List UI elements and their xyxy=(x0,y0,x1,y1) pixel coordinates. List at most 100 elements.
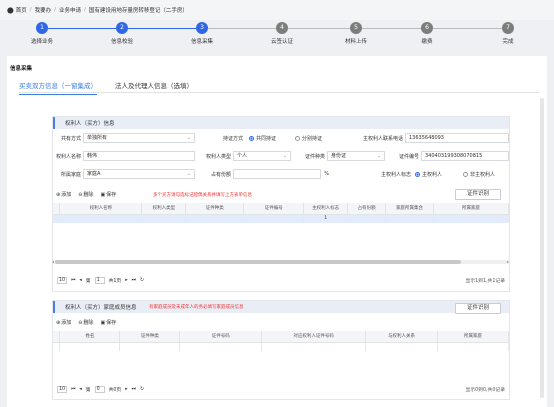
name-input[interactable]: 韩伟 xyxy=(83,151,195,161)
next-page-icon[interactable]: ▸ xyxy=(125,387,127,392)
step-label: 信息采集 xyxy=(190,39,213,45)
page-word: 第 xyxy=(85,278,91,284)
radio-label: 非主权利人 xyxy=(470,172,496,178)
delete-label: 删除 xyxy=(83,320,94,326)
breadcrumb-apply[interactable]: 业务申请 xyxy=(59,6,81,14)
breadcrumb-separator: / xyxy=(54,7,56,13)
prev-page-icon[interactable]: ◂ xyxy=(79,278,81,283)
refresh-icon[interactable]: ↻ xyxy=(140,387,144,392)
pagination: 10 ⏮ ◂ 第 1 共1页 ▸ ⏭ ↻ 显示1到1,共1记录 xyxy=(53,274,509,286)
table-row[interactable]: 1 xyxy=(53,214,509,223)
checkbox-header[interactable] xyxy=(53,203,61,215)
breadcrumb-separator: / xyxy=(29,7,32,13)
column-header: 家庭所属集合 xyxy=(385,203,435,215)
column-header: 所属家庭 xyxy=(437,331,509,343)
radio-joint[interactable]: 共同持证 xyxy=(249,135,276,142)
idtype-value: 身份证 xyxy=(331,153,347,159)
checkbox-header[interactable] xyxy=(53,331,61,343)
next-page-icon[interactable]: ▸ xyxy=(125,278,127,283)
pagination: 10 ⏮ ◂ 第 0 共0页 ▸ ⏭ ↻ 显示0到0,共0记录 xyxy=(53,383,509,395)
save-label: 保存 xyxy=(106,320,117,326)
column-header: 证件种类 xyxy=(185,203,245,215)
gongyou-select[interactable]: 单独所有 ⌄ xyxy=(83,133,195,143)
radio-separate[interactable]: 分别持证 xyxy=(295,135,322,142)
share-input[interactable] xyxy=(233,169,321,179)
last-page-icon[interactable]: ⏭ xyxy=(132,277,136,283)
table-cell: 1 xyxy=(303,214,349,223)
tab-divider xyxy=(19,92,539,93)
step-number: 7 xyxy=(502,22,514,34)
scroll-right-icon[interactable]: ▸ xyxy=(507,259,509,264)
breadcrumb-home[interactable]: 首页 xyxy=(16,6,27,14)
step-label: 材料上传 xyxy=(344,39,367,45)
pager-info: 显示0到0,共0记录 xyxy=(465,387,505,393)
column-header: 与权利人关系 xyxy=(365,331,439,343)
family-select[interactable]: 家庭A ⌄ xyxy=(83,169,195,179)
rights-holder-table: 权利人名称 权利人类型 证件种类 证件编号 主权利人标志 占有份额 家庭所属集合… xyxy=(53,203,509,223)
label-idnum: 证件编号 xyxy=(398,154,419,160)
page-number-input[interactable]: 1 xyxy=(94,276,105,284)
breadcrumb-mine[interactable]: 我要办 xyxy=(35,6,52,14)
table-cell xyxy=(433,214,509,223)
idtype-select[interactable]: 身份证 ⌄ xyxy=(327,151,385,161)
family-member-panel: 权利人（买方）家庭成员信息 有家庭成员及未成年人的务必填写家庭成员信息 证件识别… xyxy=(52,300,510,400)
delete-button[interactable]: ⊖ 删除 xyxy=(78,319,94,327)
radio-selected-icon xyxy=(415,172,420,177)
panel-title: 权利人（买方）家庭成员信息 xyxy=(53,301,509,313)
save-button[interactable]: ▣ 保存 xyxy=(100,191,116,199)
page-size-select[interactable]: 10 xyxy=(57,385,67,393)
id-recognize-button[interactable]: 证件识别 xyxy=(455,189,501,200)
radio-label: 主权利人 xyxy=(422,172,443,178)
label-family: 所属家庭 xyxy=(60,172,81,178)
prev-page-icon[interactable]: ◂ xyxy=(79,387,81,392)
radio-non-main-holder[interactable]: 非主权利人 xyxy=(463,171,495,178)
vertical-scrollbar[interactable] xyxy=(540,98,544,398)
table-header-row: 权利人名称 权利人类型 证件种类 证件编号 主权利人标志 占有份额 家庭所属集合… xyxy=(53,203,509,215)
add-button[interactable]: ⊕ 添加 xyxy=(56,319,71,327)
idnum-input[interactable]: 340403199308070815 xyxy=(421,151,509,161)
column-header: 主权利人标志 xyxy=(303,203,349,215)
id-recognize-button[interactable]: 证件识别 xyxy=(455,303,501,314)
type-select[interactable]: 个人 ⌄ xyxy=(233,151,291,161)
radio-main-holder[interactable]: 主权利人 xyxy=(415,171,442,178)
breadcrumb: ⬤ 首页 / 我要办 / 业务申请 / 国有建设用地存量房转移登记（二手房） xyxy=(0,0,554,20)
delete-button[interactable]: ⊖ 删除 xyxy=(78,191,93,199)
plus-icon: ⊕ xyxy=(56,191,61,198)
phone-input[interactable]: 13635648093 xyxy=(405,133,509,143)
table-row xyxy=(53,342,509,351)
save-button[interactable]: ▣ 保存 xyxy=(100,319,117,327)
step-number: 4 xyxy=(276,22,288,34)
scrollbar-thumb[interactable] xyxy=(55,260,461,264)
label-phone: 主权利人联系电话 xyxy=(362,136,403,142)
table-toolbar: ⊕ 添加 ⊖ 删除 ▣ 保存 xyxy=(56,318,116,327)
column-header: 占有份额 xyxy=(347,203,387,215)
table-toolbar: ⊕ 添加 ⊖ 删除 ▣ 保存 xyxy=(56,190,116,199)
label-type: 权利人类型 xyxy=(205,154,231,160)
radio-label: 分别持证 xyxy=(302,136,323,142)
page-size-select[interactable]: 10 xyxy=(57,276,67,284)
delete-icon: ⊖ xyxy=(78,191,83,198)
section-title: 信息采集 xyxy=(10,66,33,72)
last-page-icon[interactable]: ⏭ xyxy=(132,386,136,392)
horizontal-scrollbar[interactable]: ◂ ▸ xyxy=(52,259,509,264)
label-idtype: 证件种类 xyxy=(304,154,325,160)
page-number-input[interactable]: 0 xyxy=(94,385,105,393)
column-header: 证件编号 xyxy=(243,203,305,215)
gongyou-value: 单独所有 xyxy=(87,135,108,141)
add-button[interactable]: ⊕ 添加 xyxy=(56,191,71,199)
step-1: 1 选择业务 xyxy=(12,22,72,45)
column-header: 权利人类型 xyxy=(141,203,187,215)
scroll-left-icon[interactable]: ◂ xyxy=(52,259,54,264)
first-page-icon[interactable]: ⏮ xyxy=(71,277,75,283)
location-pin-icon: ⬤ xyxy=(7,6,14,14)
save-icon: ▣ xyxy=(100,191,106,198)
step-number: 2 xyxy=(116,22,128,34)
row-checkbox[interactable] xyxy=(53,214,61,223)
delete-icon: ⊖ xyxy=(78,319,83,326)
first-page-icon[interactable]: ⏮ xyxy=(71,386,75,392)
plus-icon: ⊕ xyxy=(56,319,61,326)
main-content: 信息采集 买卖双方信息（一窗集成） 法人及代理人信息（选填） 权利人（买方）信息… xyxy=(7,56,547,407)
family-hint-text: 有家庭成员及未成年人的务必填写家庭成员信息 xyxy=(149,305,244,310)
rights-holder-panel: 权利人（买方）信息 共有方式 单独所有 ⌄ 持证方式 共同持证 分别持证 主权利… xyxy=(52,116,510,292)
refresh-icon[interactable]: ↻ xyxy=(140,278,144,283)
